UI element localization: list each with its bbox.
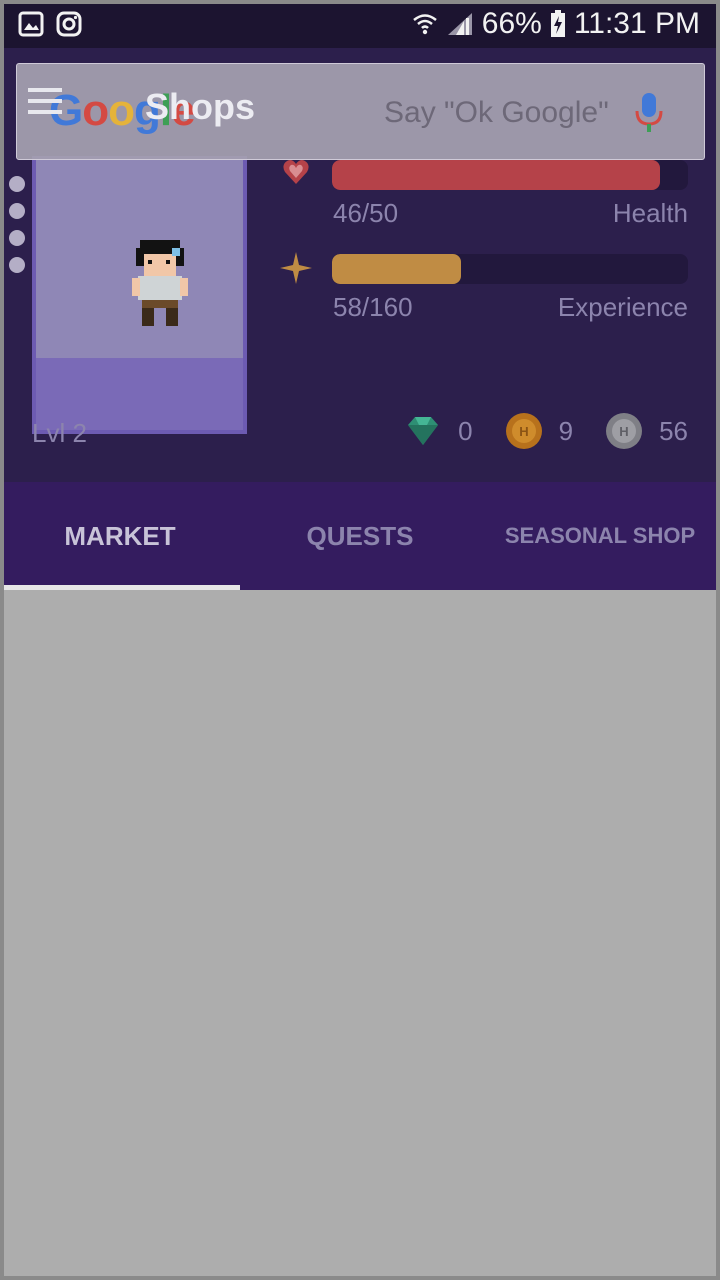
health-bar-fill	[332, 160, 660, 190]
search-hint: Say "Ok Google"	[384, 96, 609, 129]
health-value: 46/50	[333, 198, 399, 228]
health-label: Health	[612, 198, 688, 228]
clock: 11:31 PM	[573, 7, 700, 40]
experience-label: Experience	[557, 292, 688, 322]
page-dots	[9, 176, 25, 273]
tab-market[interactable]: MARKET	[0, 482, 240, 590]
status-bar: 66% 11:31 PM	[0, 0, 720, 48]
shop-content	[0, 590, 720, 1280]
gold-counter[interactable]: H 9	[505, 412, 573, 450]
experience-value: 58/160	[333, 292, 413, 322]
svg-text:H: H	[619, 424, 628, 439]
google-search-bar[interactable]: Google Say "Ok Google"	[16, 63, 705, 160]
health-bar	[332, 160, 688, 190]
tab-bar: MARKET QUESTS SEASONAL SHOP	[0, 482, 720, 590]
instagram-icon	[56, 11, 82, 37]
gold-coin-icon: H	[505, 413, 542, 449]
level-label: Lvl 2	[32, 418, 87, 448]
experience-bar-fill	[332, 254, 462, 284]
gallery-icon	[18, 11, 44, 37]
signal-icon	[447, 13, 472, 35]
experience-bar	[332, 254, 688, 284]
gems-count: 0	[458, 415, 473, 446]
tab-seasonal-shop[interactable]: SEASONAL SHOP	[480, 482, 720, 590]
avatar[interactable]	[32, 156, 247, 434]
battery-percent: 66%	[481, 7, 542, 40]
star-icon	[280, 252, 312, 284]
page-title: Shops	[145, 86, 256, 127]
gem-icon	[408, 417, 439, 445]
wifi-icon	[412, 14, 437, 35]
dot	[9, 203, 25, 219]
avatar-sprite-icon	[132, 240, 188, 326]
battery-charging-icon	[550, 10, 565, 37]
currency-row: 0 H 9 H 56	[404, 412, 688, 450]
silver-counter[interactable]: H 56	[605, 412, 688, 450]
svg-text:H: H	[519, 424, 528, 439]
silver-count: 56	[659, 415, 688, 446]
silver-coin-icon: H	[606, 413, 643, 449]
dot	[9, 230, 25, 246]
tab-quests[interactable]: QUESTS	[240, 482, 480, 590]
dot	[9, 257, 25, 273]
gold-count: 9	[558, 415, 574, 446]
mic-icon[interactable]	[634, 91, 664, 135]
hamburger-menu-icon[interactable]	[28, 88, 62, 116]
heart-icon	[283, 160, 309, 184]
dot	[9, 176, 25, 192]
gems-counter[interactable]: 0	[404, 412, 473, 450]
